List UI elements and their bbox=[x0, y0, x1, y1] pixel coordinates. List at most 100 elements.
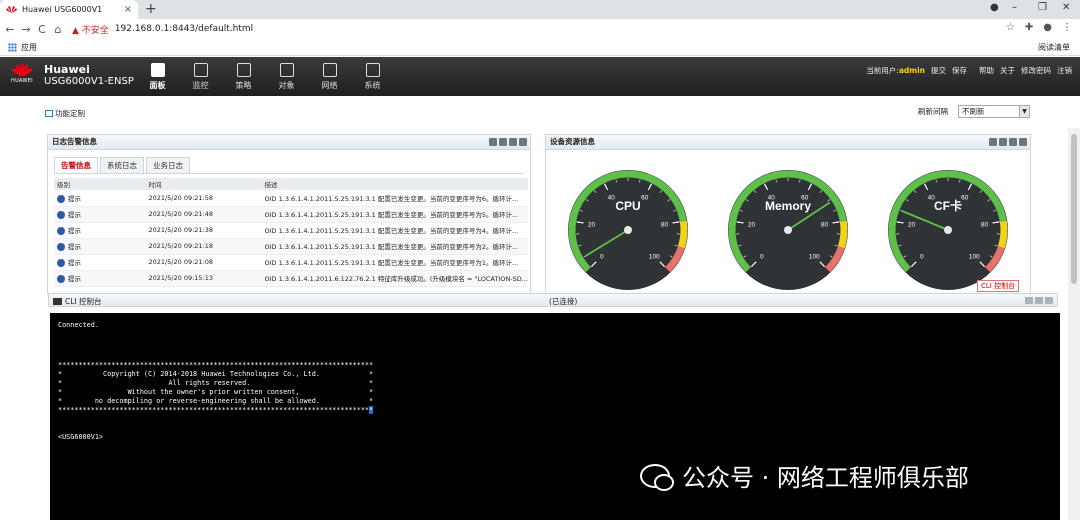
change-password-link[interactable]: 修改密码 bbox=[1021, 65, 1051, 76]
refresh-control: 刷新间隔 不刷新 ▼ bbox=[918, 105, 1030, 118]
gauge-label: CF卡 bbox=[934, 198, 962, 213]
nav-dashboard[interactable]: 面板 bbox=[136, 57, 179, 96]
col-time[interactable]: 时间 bbox=[145, 178, 262, 190]
cli-close-icon[interactable] bbox=[1045, 297, 1053, 304]
log-table: 级别 时间 描述 提示 2021/5/20 09:21:58 OID 1.3.6.1… bbox=[54, 178, 528, 287]
level-text: 提示 bbox=[68, 275, 81, 283]
wechat-icon bbox=[640, 463, 674, 491]
forward-button[interactable]: → bbox=[18, 23, 34, 36]
close-icon[interactable] bbox=[1019, 138, 1027, 146]
gauge-tick-label: 40 bbox=[608, 195, 616, 202]
nav-system[interactable]: 系统 bbox=[351, 57, 394, 96]
close-icon[interactable] bbox=[519, 138, 527, 146]
about-link[interactable]: 关于 bbox=[1000, 65, 1015, 76]
reload-button[interactable]: C bbox=[34, 23, 50, 36]
col-level[interactable]: 级别 bbox=[54, 178, 146, 190]
tab-service-log[interactable]: 业务日志 bbox=[146, 157, 190, 173]
table-row[interactable]: 提示 2021/5/20 09:21:08 OID 1.3.6.1.4.1.2011… bbox=[54, 254, 528, 271]
nav-object[interactable]: 对象 bbox=[265, 57, 308, 96]
cli-cursor: * bbox=[369, 406, 374, 414]
settings-icon[interactable] bbox=[1009, 138, 1017, 146]
cli-line: * no decompiling or reverse-engineering … bbox=[58, 397, 374, 405]
cli-header: CLI 控制台 (已连接) bbox=[48, 293, 1058, 307]
tab-alarm[interactable]: 告警信息 bbox=[54, 157, 98, 173]
cli-maximize-icon[interactable] bbox=[1035, 297, 1043, 304]
apps-link[interactable]: 应用 bbox=[21, 42, 37, 53]
profile-icon[interactable]: ● bbox=[990, 2, 999, 13]
security-warning[interactable]: ▲ 不安全 bbox=[72, 23, 109, 36]
nav-label: 监控 bbox=[192, 80, 209, 90]
browser-toolbar: ← → C ⌂ ▲ 不安全 192.168.0.1:8443/default.h… bbox=[0, 19, 1080, 39]
gauge-band-yellow bbox=[997, 220, 1008, 249]
gauge-tick-label: 100 bbox=[809, 254, 820, 261]
huawei-petals-icon bbox=[10, 63, 34, 77]
back-button[interactable]: ← bbox=[2, 23, 18, 36]
panel-tools bbox=[489, 138, 527, 146]
level-text: 提示 bbox=[68, 259, 81, 267]
nav-network[interactable]: 网络 bbox=[308, 57, 351, 96]
browser-tab[interactable]: Huawei USG6000V1 × bbox=[0, 0, 138, 19]
table-row[interactable]: 提示 2021/5/20 09:21:18 OID 1.3.6.1.4.1.2011… bbox=[54, 238, 528, 255]
tab-close-icon[interactable]: × bbox=[124, 4, 132, 15]
chevron-down-icon: ▼ bbox=[1019, 106, 1029, 117]
panel-title: 设备资源信息 bbox=[550, 137, 595, 146]
extensions-icon[interactable]: ✚ bbox=[1025, 22, 1033, 33]
cell-time: 2021/5/20 09:21:38 bbox=[145, 222, 262, 239]
tab-system-log[interactable]: 系统日志 bbox=[100, 157, 144, 173]
home-button[interactable]: ⌂ bbox=[50, 23, 66, 36]
submit-link[interactable]: 提交 bbox=[931, 65, 946, 76]
settings-icon[interactable] bbox=[509, 138, 517, 146]
minimize-icon[interactable] bbox=[489, 138, 497, 146]
edit-icon[interactable] bbox=[499, 138, 507, 146]
gauge-band-yellow bbox=[837, 220, 848, 249]
customize-button[interactable]: 功能定制 bbox=[45, 108, 85, 119]
window-close-button[interactable]: ✕ bbox=[1062, 2, 1070, 13]
maximize-button[interactable]: ❐ bbox=[1038, 2, 1047, 13]
table-row[interactable]: 提示 2021/5/20 09:21:48 OID 1.3.6.1.4.1.2011… bbox=[54, 206, 528, 223]
nav-policy[interactable]: 策略 bbox=[222, 57, 265, 96]
info-icon bbox=[57, 211, 65, 219]
menu-icon[interactable]: ⋮ bbox=[1062, 22, 1072, 33]
page-scrollbar[interactable] bbox=[1068, 128, 1080, 520]
table-row[interactable]: 提示 2021/5/20 09:21:38 OID 1.3.6.1.4.1.2011… bbox=[54, 222, 528, 239]
watermark-text: 公众号 · 网络工程师俱乐部 bbox=[682, 464, 969, 492]
info-icon bbox=[57, 243, 65, 251]
nav-monitor[interactable]: 监控 bbox=[179, 57, 222, 96]
gauge-tick-label: 60 bbox=[961, 195, 969, 202]
gauge-1: 02040 6080100Memory bbox=[728, 170, 848, 290]
cell-time: 2021/5/20 09:15:13 bbox=[145, 270, 262, 287]
cell-desc: OID 1.3.6.1.4.1.2011.5.25.191.3.1 配置已发生变… bbox=[261, 254, 528, 271]
col-desc[interactable]: 描述 bbox=[261, 178, 528, 190]
gauge-tick-label: 20 bbox=[908, 222, 916, 229]
minimize-button[interactable]: – bbox=[1012, 2, 1017, 13]
apps-grid-icon[interactable] bbox=[8, 42, 17, 52]
account-icon[interactable]: ● bbox=[1043, 22, 1052, 33]
minimize-icon[interactable] bbox=[989, 138, 997, 146]
refresh-select[interactable]: 不刷新 ▼ bbox=[958, 105, 1030, 118]
table-row[interactable]: 提示 2021/5/20 09:21:58 OID 1.3.6.1.4.1.2011… bbox=[54, 190, 528, 207]
cell-level: 提示 bbox=[54, 190, 146, 207]
help-link[interactable]: 帮助 bbox=[979, 65, 994, 76]
cell-desc: OID 1.3.6.1.4.1.2011.5.25.191.3.1 配置已发生变… bbox=[261, 206, 528, 223]
tab-title: Huawei USG6000V1 bbox=[22, 5, 103, 14]
save-link[interactable]: 保存 bbox=[952, 65, 967, 76]
cli-copy-icon[interactable] bbox=[1025, 297, 1033, 304]
cli-console-badge[interactable]: CLI 控制台 bbox=[977, 280, 1020, 292]
new-tab-button[interactable]: + bbox=[145, 1, 157, 17]
address-bar[interactable]: 192.168.0.1:8443/default.html bbox=[115, 24, 253, 34]
table-row[interactable]: 提示 2021/5/20 09:15:13 OID 1.3.6.1.4.1.2011… bbox=[54, 270, 528, 287]
logout-link[interactable]: 注销 bbox=[1057, 65, 1072, 76]
gauge-tick-label: 80 bbox=[981, 222, 989, 229]
cell-time: 2021/5/20 09:21:48 bbox=[145, 206, 262, 223]
star-icon[interactable]: ☆ bbox=[1006, 22, 1015, 33]
terminal-icon bbox=[53, 298, 62, 305]
gauge-band-yellow bbox=[677, 220, 688, 249]
gauge-hub bbox=[784, 226, 792, 234]
scrollbar-thumb[interactable] bbox=[1071, 134, 1077, 284]
cli-prompt: <USG6000V1> bbox=[58, 433, 104, 441]
cell-level: 提示 bbox=[54, 254, 146, 271]
gauge-label: CPU bbox=[615, 199, 640, 213]
edit-icon[interactable] bbox=[999, 138, 1007, 146]
reading-list-button[interactable]: 阅读清单 bbox=[1038, 42, 1070, 53]
gauge-tick-label: 0 bbox=[600, 254, 604, 261]
